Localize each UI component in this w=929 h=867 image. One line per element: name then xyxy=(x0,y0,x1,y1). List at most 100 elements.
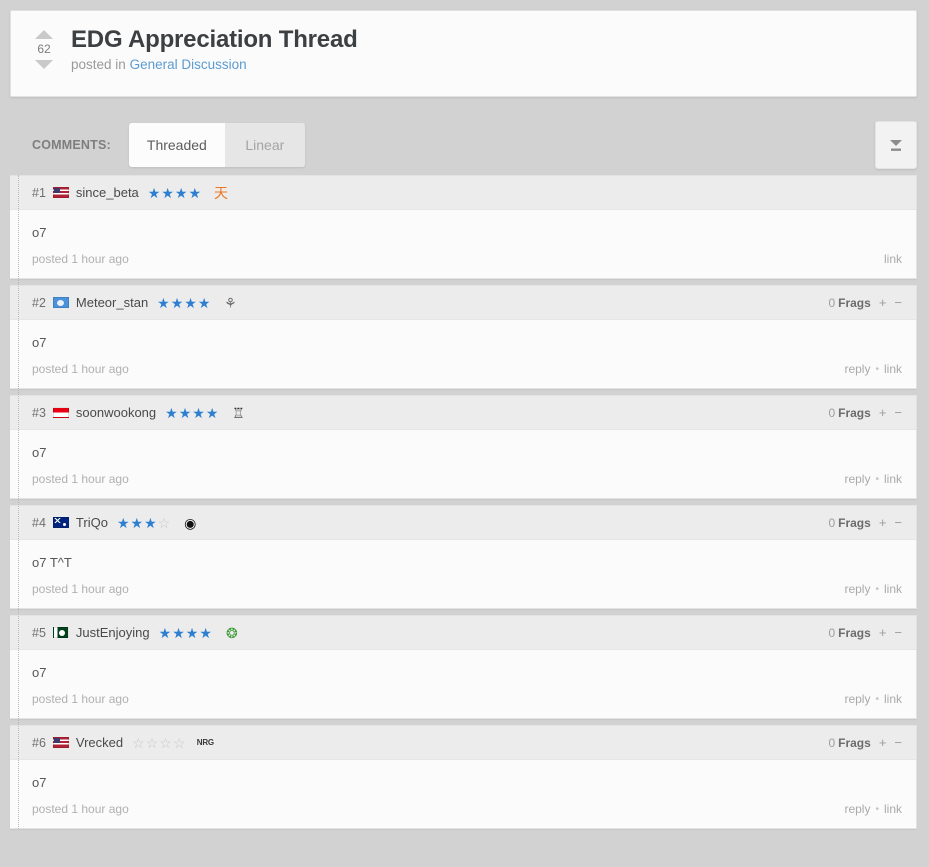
comment-author[interactable]: since_beta xyxy=(76,185,139,200)
comment-timestamp: posted 1 hour ago xyxy=(32,362,129,376)
comment-footer: posted 1 hour ago link xyxy=(10,244,916,278)
author-rating-stars: ☆☆☆☆ xyxy=(132,736,185,750)
comment-list: #1 since_beta ★★★★ 天 o7 posted 1 hour ag… xyxy=(10,175,917,829)
reply-link[interactable]: reply xyxy=(844,362,870,376)
team-logo-icon: ⚘ xyxy=(220,295,240,311)
comment-author[interactable]: soonwookong xyxy=(76,405,156,420)
reply-link[interactable]: reply xyxy=(844,692,870,706)
comments-label: COMMENTS: xyxy=(32,138,111,152)
frag-downvote-button[interactable]: − xyxy=(894,735,902,750)
flag-united-states-icon xyxy=(53,737,69,748)
reply-link[interactable]: reply xyxy=(844,472,870,486)
vote-box: 62 xyxy=(29,27,59,69)
triangle-up-icon[interactable] xyxy=(35,30,53,39)
frag-upvote-button[interactable]: + xyxy=(879,295,887,310)
comment-text: o7 xyxy=(32,664,902,681)
tab-threaded[interactable]: Threaded xyxy=(129,123,225,167)
star-filled-icon: ★ xyxy=(148,186,161,200)
frags-count: 0 xyxy=(828,516,835,530)
comment-text: o7 xyxy=(32,334,902,351)
comment-actions: reply • link xyxy=(844,802,902,816)
star-filled-icon: ★ xyxy=(179,406,192,420)
reply-link[interactable]: reply xyxy=(844,802,870,816)
permalink-link[interactable]: link xyxy=(884,472,902,486)
page-title: EDG Appreciation Thread xyxy=(71,27,358,53)
flag-indonesia-icon xyxy=(53,407,69,418)
frags-label: Frags xyxy=(838,626,871,640)
star-filled-icon: ★ xyxy=(131,516,144,530)
comment-index: #5 xyxy=(32,626,46,640)
frags-control: 0 Frags + − xyxy=(828,735,902,750)
comment-body: o7 T^T xyxy=(10,540,916,574)
comment-item: #3 soonwookong ★★★★ ♖ 0 Frags + − o7 pos… xyxy=(10,395,917,499)
comment-index: #3 xyxy=(32,406,46,420)
thread-subtitle: posted in General Discussion xyxy=(71,57,358,73)
author-rating-stars: ★★★★ xyxy=(159,626,212,640)
thread-header-card: 62 EDG Appreciation Thread posted in Gen… xyxy=(10,10,917,97)
frag-upvote-button[interactable]: + xyxy=(879,515,887,530)
comment-author[interactable]: Meteor_stan xyxy=(76,295,148,310)
star-filled-icon: ★ xyxy=(199,626,212,640)
frag-downvote-button[interactable]: − xyxy=(894,625,902,640)
permalink-link[interactable]: link xyxy=(884,582,902,596)
star-empty-icon: ☆ xyxy=(146,736,159,750)
comment-footer: posted 1 hour ago reply • link xyxy=(10,684,916,718)
permalink-link[interactable]: link xyxy=(884,252,902,266)
team-logo-icon: NRG xyxy=(195,735,215,751)
comment-author[interactable]: Vrecked xyxy=(76,735,123,750)
comment-footer: posted 1 hour ago reply • link xyxy=(10,464,916,498)
tab-linear[interactable]: Linear xyxy=(225,123,305,167)
reply-link[interactable]: reply xyxy=(844,582,870,596)
frags-count: 0 xyxy=(828,736,835,750)
frags-label: Frags xyxy=(838,296,871,310)
frag-downvote-button[interactable]: − xyxy=(894,295,902,310)
permalink-link[interactable]: link xyxy=(884,802,902,816)
comment-text: o7 xyxy=(32,774,902,791)
frags-label: Frags xyxy=(838,736,871,750)
star-filled-icon: ★ xyxy=(161,186,174,200)
comment-footer: posted 1 hour ago reply • link xyxy=(10,574,916,608)
comment-timestamp: posted 1 hour ago xyxy=(32,692,129,706)
comment-item: #2 Meteor_stan ★★★★ ⚘ 0 Frags + − o7 pos… xyxy=(10,285,917,389)
star-filled-icon: ★ xyxy=(165,406,178,420)
triangle-down-icon[interactable] xyxy=(35,60,53,69)
author-rating-stars: ★★★★ xyxy=(157,296,210,310)
comments-toolbar: COMMENTS: Threaded Linear xyxy=(10,115,917,175)
comment-item: #6 Vrecked ☆☆☆☆ NRG 0 Frags + − o7 poste… xyxy=(10,725,917,829)
separator-dot: • xyxy=(875,364,879,375)
frag-downvote-button[interactable]: − xyxy=(894,405,902,420)
frag-upvote-button[interactable]: + xyxy=(879,735,887,750)
category-link[interactable]: General Discussion xyxy=(130,57,247,72)
frag-upvote-button[interactable]: + xyxy=(879,625,887,640)
star-filled-icon: ★ xyxy=(172,626,185,640)
team-logo-icon: 天 xyxy=(211,185,231,201)
permalink-link[interactable]: link xyxy=(884,362,902,376)
frags-count: 0 xyxy=(828,626,835,640)
comment-actions: link xyxy=(884,252,902,266)
permalink-link[interactable]: link xyxy=(884,692,902,706)
posted-in-label: posted in xyxy=(71,57,126,72)
comment-author[interactable]: TriQo xyxy=(76,515,108,530)
frag-upvote-button[interactable]: + xyxy=(879,405,887,420)
collapse-all-button[interactable] xyxy=(875,121,917,169)
star-empty-icon: ☆ xyxy=(132,736,145,750)
comment-timestamp: posted 1 hour ago xyxy=(32,802,129,816)
frags-control: 0 Frags + − xyxy=(828,515,902,530)
frags-control: 0 Frags + − xyxy=(828,625,902,640)
comment-author[interactable]: JustEnjoying xyxy=(76,625,150,640)
author-rating-stars: ★★★★ xyxy=(148,186,201,200)
team-logo-icon: ♖ xyxy=(228,405,248,421)
comment-header: #4 TriQo ★★★☆ ◉ 0 Frags + − xyxy=(10,506,916,540)
star-empty-icon: ☆ xyxy=(159,736,172,750)
flag-united-states-icon xyxy=(53,187,69,198)
comment-actions: reply • link xyxy=(844,692,902,706)
flag-pakistan-icon xyxy=(53,627,69,638)
star-filled-icon: ★ xyxy=(144,516,157,530)
star-filled-icon: ★ xyxy=(171,296,184,310)
star-filled-icon: ★ xyxy=(206,406,219,420)
team-logo-icon: ◉ xyxy=(180,515,200,531)
star-empty-icon: ☆ xyxy=(158,516,171,530)
frags-control: 0 Frags + − xyxy=(828,295,902,310)
frag-downvote-button[interactable]: − xyxy=(894,515,902,530)
page-root: 62 EDG Appreciation Thread posted in Gen… xyxy=(0,10,929,829)
